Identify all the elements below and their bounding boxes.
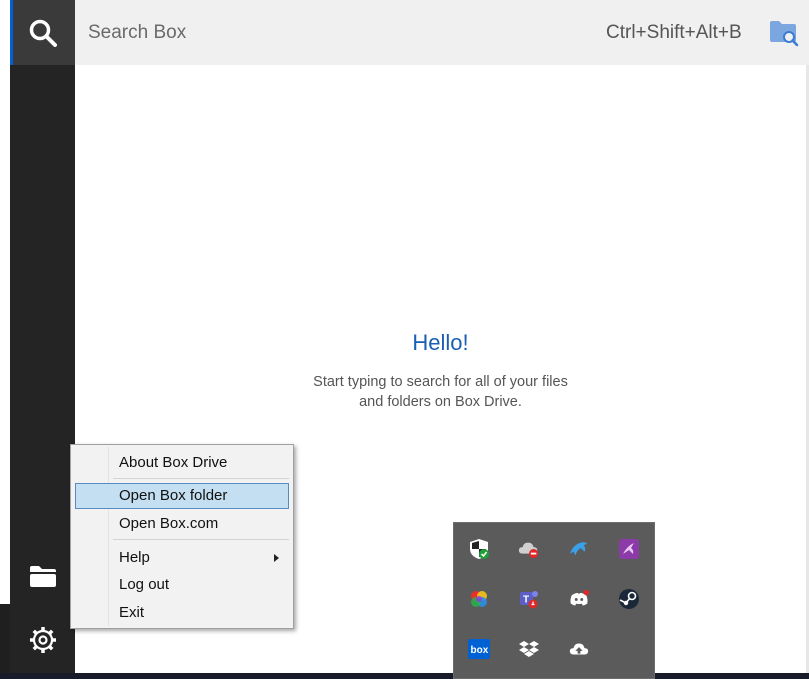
box-drive-window: Ctrl+Shift+Alt+B Hello! Start typing to …: [0, 0, 809, 679]
search-shortcut-hint: Ctrl+Shift+Alt+B: [606, 22, 742, 43]
menu-item-open-box-com[interactable]: Open Box.com: [75, 511, 289, 537]
context-menu: About Box Drive Open Box folder Open Box…: [70, 444, 294, 629]
windows-security-icon[interactable]: [468, 538, 490, 560]
settings-icon: [29, 627, 56, 653]
menu-item-help[interactable]: Help: [75, 545, 289, 571]
teams-icon[interactable]: T: [518, 588, 540, 610]
svg-text:T: T: [523, 595, 529, 606]
menu-item-open-box-folder[interactable]: Open Box folder: [75, 483, 289, 509]
sidebar-folder-button[interactable]: [10, 548, 75, 603]
folder-icon: [29, 565, 56, 587]
dropbox-icon[interactable]: [518, 638, 540, 660]
onedrive-error-icon[interactable]: [518, 538, 540, 560]
box-icon-label: box: [471, 645, 489, 656]
search-input[interactable]: [88, 18, 488, 48]
instructions-line-1: Start typing to search for all of your f…: [313, 374, 568, 390]
dolphin-icon[interactable]: [568, 538, 590, 560]
folder-search-icon[interactable]: [769, 18, 799, 48]
search-bar: Ctrl+Shift+Alt+B: [75, 0, 809, 65]
left-edge-dark: [0, 604, 10, 679]
discord-icon[interactable]: [568, 588, 590, 610]
sidebar-settings-button[interactable]: [10, 610, 75, 670]
menu-separator: [113, 539, 289, 540]
search-icon: [29, 19, 57, 47]
menu-item-help-label: Help: [119, 549, 150, 566]
menu-item-about[interactable]: About Box Drive: [75, 450, 289, 476]
submenu-arrow-icon: [274, 554, 279, 562]
menu-item-log-out[interactable]: Log out: [75, 572, 289, 598]
taskbar-edge: [655, 673, 809, 679]
greeting-heading: Hello!: [412, 330, 469, 355]
left-edge: [0, 0, 10, 679]
menu-item-exit[interactable]: Exit: [75, 600, 289, 626]
steam-icon[interactable]: [618, 588, 640, 610]
menu-separator: [113, 478, 289, 479]
instructions-line-2: and folders on Box Drive.: [359, 394, 522, 410]
color-wheel-icon[interactable]: [468, 588, 490, 610]
purple-app-icon[interactable]: [618, 538, 640, 560]
system-tray-overflow: T box: [453, 522, 655, 679]
box-icon[interactable]: box: [468, 638, 490, 660]
cloud-upload-icon[interactable]: [568, 638, 590, 660]
taskbar-edge: [0, 673, 453, 679]
sidebar-search-button[interactable]: [10, 0, 75, 65]
search-instructions: Start typing to search for all of your f…: [75, 372, 806, 412]
